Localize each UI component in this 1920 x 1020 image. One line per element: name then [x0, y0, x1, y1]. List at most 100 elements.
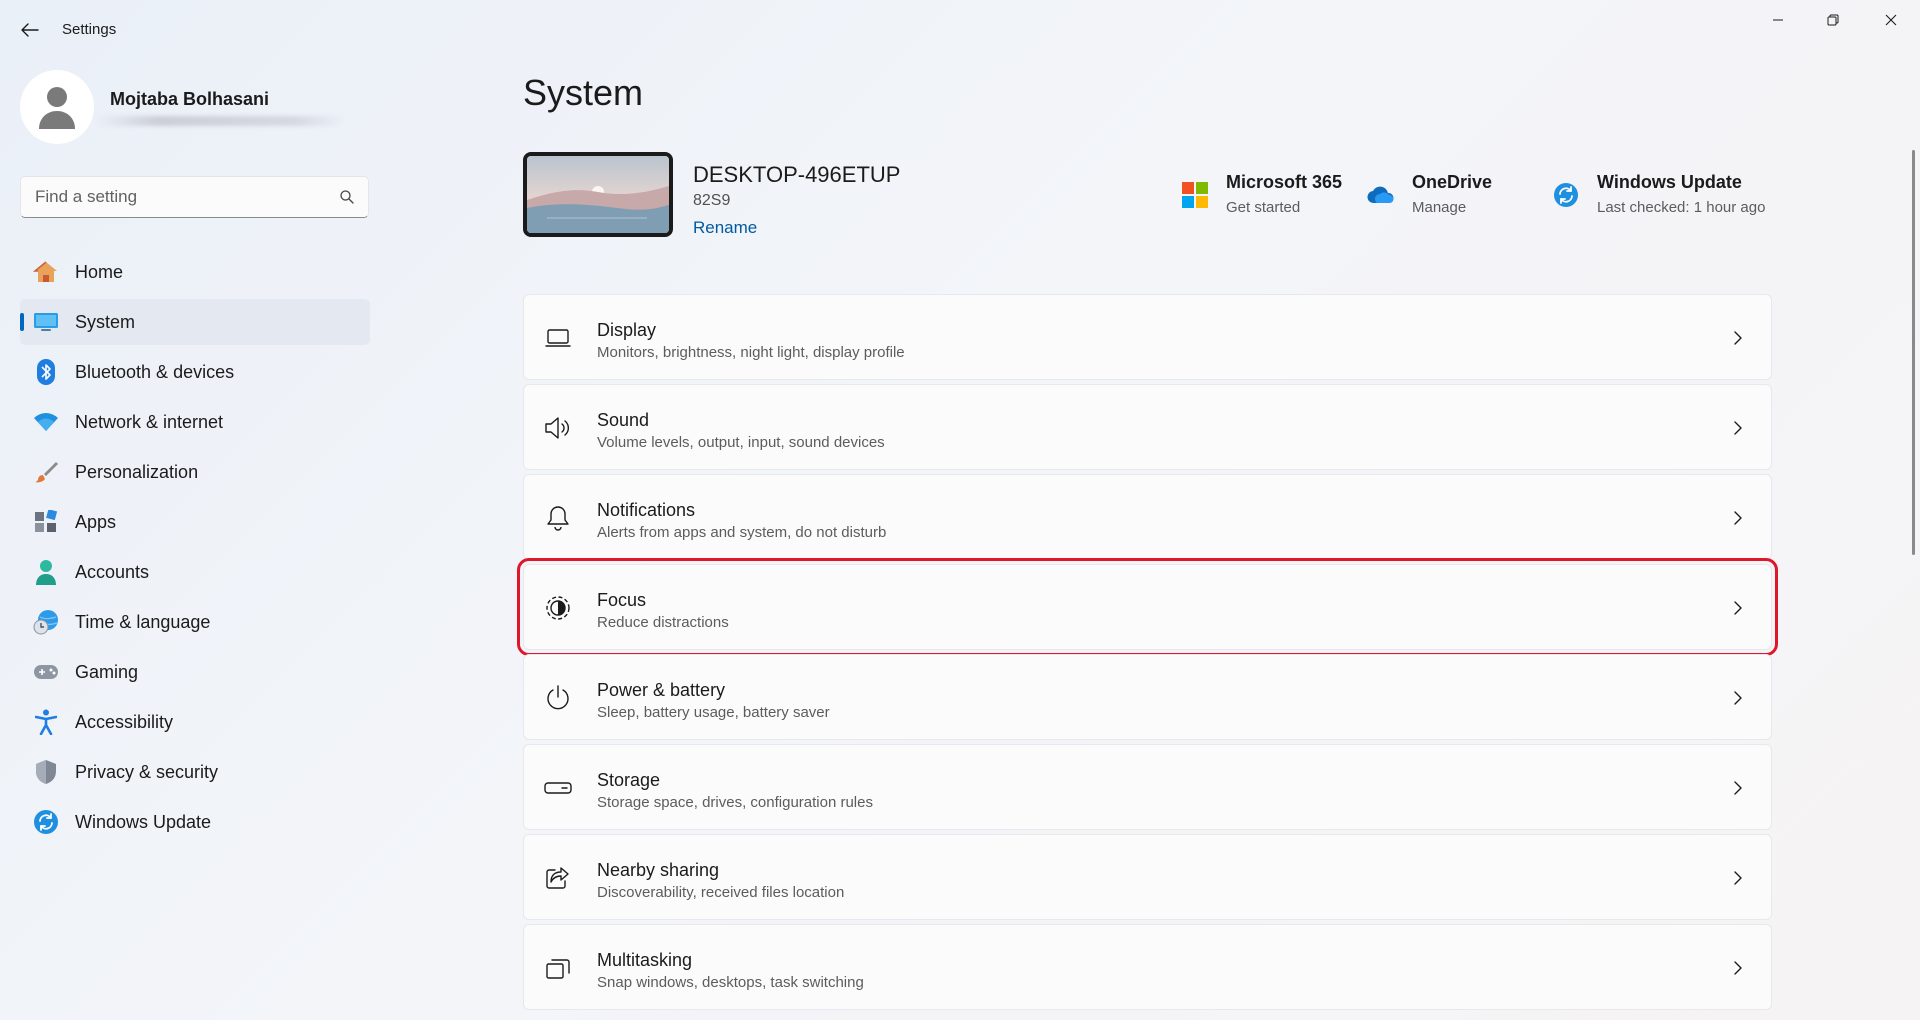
sidebar-item-label: Personalization — [75, 461, 199, 482]
setting-title: Power & battery — [597, 680, 726, 700]
title-bar: Settings — [0, 0, 1920, 60]
storage-drive-icon — [544, 774, 572, 802]
chevron-right-icon — [1734, 421, 1742, 435]
gamepad-icon — [32, 658, 60, 686]
brush-icon — [32, 458, 60, 486]
quick-link-microsoft-365[interactable]: Microsoft 365 Get started — [1180, 170, 1350, 220]
multitasking-icon — [544, 954, 572, 982]
sidebar-item-label: Accounts — [75, 561, 150, 582]
system-icon — [32, 308, 60, 336]
setting-subtitle: Reduce distractions — [597, 614, 729, 631]
sidebar-item-label: System — [75, 311, 136, 332]
power-icon — [544, 684, 572, 712]
setting-subtitle: Discoverability, received files location — [597, 884, 845, 901]
device-model: 82S9 — [693, 192, 731, 209]
update-icon — [1551, 180, 1581, 210]
sidebar-item-label: Network & internet — [75, 411, 224, 432]
search-icon — [340, 190, 354, 204]
setting-power-battery[interactable]: Power & battery Sleep, battery usage, ba… — [523, 654, 1772, 740]
chevron-right-icon — [1734, 601, 1742, 615]
user-profile[interactable]: Mojtaba Bolhasani — [20, 70, 380, 146]
sidebar-item-label: Apps — [75, 511, 117, 532]
sidebar-item-privacy-security[interactable]: Privacy & security — [20, 749, 370, 795]
setting-subtitle: Alerts from apps and system, do not dist… — [597, 524, 887, 541]
setting-subtitle: Monitors, brightness, night light, displ… — [597, 344, 905, 361]
sidebar-item-label: Gaming — [75, 661, 139, 682]
search-input[interactable] — [35, 187, 340, 207]
sidebar-nav: Home System Bluetooth & devices Network … — [20, 249, 370, 849]
accessibility-icon — [32, 708, 60, 736]
setting-title: Nearby sharing — [597, 860, 720, 880]
sidebar-item-gaming[interactable]: Gaming — [20, 649, 370, 695]
setting-subtitle: Storage space, drives, configuration rul… — [597, 794, 873, 811]
quick-link-title: Microsoft 365 — [1226, 172, 1343, 192]
scrollbar[interactable] — [1912, 150, 1915, 555]
setting-subtitle: Volume levels, output, input, sound devi… — [597, 434, 885, 451]
sidebar-item-time-language[interactable]: Time & language — [20, 599, 370, 645]
sidebar-item-bluetooth[interactable]: Bluetooth & devices — [20, 349, 370, 395]
close-button[interactable] — [1862, 0, 1920, 40]
setting-notifications[interactable]: Notifications Alerts from apps and syste… — [523, 474, 1772, 560]
wifi-icon — [32, 408, 60, 436]
setting-display[interactable]: Display Monitors, brightness, night ligh… — [523, 294, 1772, 380]
sidebar-item-system[interactable]: System — [20, 299, 370, 345]
setting-subtitle: Snap windows, desktops, task switching — [597, 974, 864, 991]
quick-link-title: OneDrive — [1412, 172, 1493, 192]
apps-icon — [32, 508, 60, 536]
sidebar-item-label: Privacy & security — [75, 761, 219, 782]
onedrive-cloud-icon — [1366, 180, 1396, 210]
chevron-right-icon — [1734, 871, 1742, 885]
minimize-icon — [1773, 19, 1783, 21]
chevron-right-icon — [1734, 331, 1742, 345]
device-wallpaper-thumbnail — [523, 152, 673, 237]
close-icon — [1885, 14, 1897, 26]
speaker-icon — [544, 414, 572, 442]
setting-title: Focus — [597, 590, 647, 610]
chevron-right-icon — [1734, 691, 1742, 705]
home-icon — [32, 258, 60, 286]
settings-list: Display Monitors, brightness, night ligh… — [517, 294, 1778, 1014]
sidebar-item-home[interactable]: Home — [20, 249, 370, 295]
setting-multitasking[interactable]: Multitasking Snap windows, desktops, tas… — [523, 924, 1772, 1010]
minimize-button[interactable] — [1749, 0, 1807, 40]
setting-focus[interactable]: Focus Reduce distractions — [517, 558, 1778, 656]
microsoft-logo-icon — [1180, 180, 1210, 210]
setting-subtitle: Sleep, battery usage, battery saver — [597, 704, 830, 721]
update-icon — [32, 808, 60, 836]
sidebar-item-accounts[interactable]: Accounts — [20, 549, 370, 595]
setting-title: Display — [597, 320, 657, 340]
share-icon — [544, 864, 572, 892]
sidebar-item-windows-update[interactable]: Windows Update — [20, 799, 370, 845]
sidebar-item-apps[interactable]: Apps — [20, 499, 370, 545]
avatar — [20, 70, 94, 144]
rename-link[interactable]: Rename — [693, 218, 757, 238]
sidebar-item-label: Windows Update — [75, 811, 212, 832]
sidebar-item-label: Time & language — [75, 611, 211, 632]
quick-link-subtitle: Get started — [1226, 199, 1301, 216]
user-name: Mojtaba Bolhasani — [110, 89, 270, 109]
back-button[interactable] — [14, 16, 46, 44]
restore-button[interactable] — [1804, 0, 1862, 40]
sidebar-item-label: Bluetooth & devices — [75, 361, 235, 382]
setting-title: Notifications — [597, 500, 696, 520]
back-arrow-icon — [21, 23, 39, 37]
setting-sound[interactable]: Sound Volume levels, output, input, soun… — [523, 384, 1772, 470]
sidebar-item-personalization[interactable]: Personalization — [20, 449, 370, 495]
user-silhouette-icon — [39, 87, 75, 129]
sidebar-item-label: Home — [75, 261, 124, 282]
restore-icon — [1827, 14, 1839, 26]
bell-icon — [544, 504, 572, 532]
user-email-redacted — [96, 116, 346, 126]
sidebar-item-accessibility[interactable]: Accessibility — [20, 699, 370, 745]
sidebar-item-network[interactable]: Network & internet — [20, 399, 370, 445]
quick-link-onedrive[interactable]: OneDrive Manage — [1366, 170, 1506, 220]
quick-link-windows-update[interactable]: Windows Update Last checked: 1 hour ago — [1551, 170, 1771, 220]
quick-link-title: Windows Update — [1597, 172, 1742, 192]
bluetooth-icon — [32, 358, 60, 386]
setting-nearby-sharing[interactable]: Nearby sharing Discoverability, received… — [523, 834, 1772, 920]
setting-storage[interactable]: Storage Storage space, drives, configura… — [523, 744, 1772, 830]
search-box[interactable] — [20, 176, 369, 218]
account-icon — [32, 558, 60, 586]
laptop-icon — [544, 324, 572, 352]
quick-link-subtitle: Manage — [1412, 199, 1467, 216]
